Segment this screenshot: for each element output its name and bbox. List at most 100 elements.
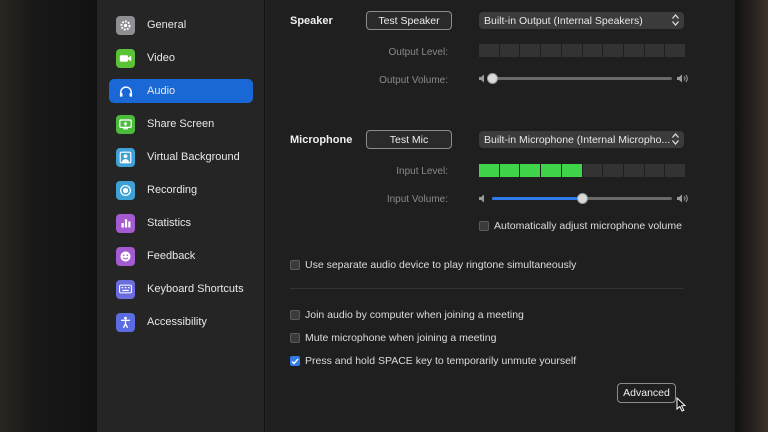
background-left-edge (0, 0, 97, 432)
separate-device-label: Use separate audio device to play ringto… (305, 259, 577, 271)
mute-mic-checkbox-row[interactable]: Mute microphone when joining a meeting (290, 332, 496, 344)
join-audio-checkbox-row[interactable]: Join audio by computer when joining a me… (290, 309, 524, 321)
separate-device-checkbox-row[interactable]: Use separate audio device to play ringto… (290, 259, 576, 271)
sidebar-item-share-screen[interactable]: Share Screen (109, 112, 253, 136)
microphone-device-value: Built-in Microphone (Internal Micropho..… (484, 133, 671, 146)
level-meter-segment (644, 164, 665, 177)
background-right-edge (735, 0, 768, 432)
select-arrows-icon (672, 14, 679, 26)
sidebar-item-label: General (147, 19, 187, 31)
volume-high-icon (677, 194, 688, 202)
sidebar-item-label: Accessibility (147, 316, 207, 328)
sidebar-item-recording[interactable]: Recording (109, 178, 253, 202)
select-arrows-icon (672, 133, 679, 145)
space-unmute-label: Press and hold SPACE key to temporarily … (305, 355, 577, 367)
section-divider (290, 288, 684, 289)
sidebar-item-label: Video (147, 52, 175, 64)
advanced-button[interactable]: Advanced (617, 383, 676, 403)
input-level-meter (479, 164, 686, 177)
sidebar-item-audio[interactable]: Audio (109, 79, 253, 103)
sidebar-item-label: Recording (147, 184, 198, 196)
sidebar-item-feedback[interactable]: Feedback (109, 244, 253, 268)
sidebar-item-label: Virtual Background (147, 151, 240, 163)
level-meter-segment (499, 44, 520, 57)
level-meter-segment (479, 164, 499, 177)
video-camera-icon (116, 48, 135, 68)
speaker-heading: Speaker (290, 15, 333, 27)
sidebar-item-statistics[interactable]: Statistics (109, 211, 253, 235)
sidebar-item-virtual-background[interactable]: Virtual Background (109, 145, 253, 169)
sidebar-item-label: Feedback (147, 250, 196, 262)
separate-device-checkbox[interactable] (290, 260, 300, 270)
level-meter-segment (644, 44, 665, 57)
level-meter-segment (561, 44, 582, 57)
output-volume-slider[interactable] (479, 71, 689, 85)
level-meter-segment (665, 44, 686, 57)
share-screen-icon (116, 114, 135, 134)
keyboard-icon (116, 279, 135, 299)
auto-adjust-mic-label: Automatically adjust microphone volume (494, 220, 682, 232)
sidebar-item-video[interactable]: Video (109, 46, 253, 70)
volume-low-icon (479, 74, 484, 82)
sidebar-item-label: Audio (147, 85, 176, 97)
level-meter-segment (623, 44, 644, 57)
settings-sidebar: General Video Audio Share Screen Virtual… (97, 0, 265, 432)
test-mic-button[interactable]: Test Mic (366, 130, 452, 149)
level-meter-segment (603, 164, 623, 177)
input-volume-fill (492, 196, 582, 200)
level-meter-segment (603, 44, 623, 57)
join-audio-label: Join audio by computer when joining a me… (305, 309, 524, 321)
level-meter-segment (561, 164, 582, 177)
input-level-label: Input Level: (396, 166, 448, 177)
mute-mic-label: Mute microphone when joining a meeting (305, 332, 497, 344)
sidebar-item-label: Keyboard Shortcuts (147, 283, 244, 295)
input-volume-track[interactable] (492, 192, 672, 204)
microphone-heading: Microphone (290, 134, 353, 146)
sidebar-item-label: Statistics (147, 217, 192, 229)
output-level-meter (479, 44, 686, 57)
level-meter-segment (623, 164, 644, 177)
accessibility-icon (116, 312, 135, 332)
level-meter-segment (665, 164, 686, 177)
input-volume-thumb[interactable] (576, 192, 588, 204)
audio-settings-panel: Speaker Test Speaker Built-in Output (In… (266, 0, 735, 432)
headphones-icon (116, 82, 135, 101)
auto-adjust-mic-checkbox[interactable] (479, 221, 489, 231)
volume-high-icon (677, 74, 688, 82)
input-volume-label: Input Volume: (386, 194, 448, 205)
output-volume-track[interactable] (486, 72, 672, 84)
bar-chart-icon (116, 213, 135, 233)
sidebar-item-accessibility[interactable]: Accessibility (109, 310, 253, 334)
checkmark-icon (291, 358, 299, 365)
level-meter-segment (479, 44, 499, 57)
level-meter-segment (582, 164, 603, 177)
mute-mic-checkbox[interactable] (290, 333, 300, 343)
input-volume-slider[interactable] (479, 191, 689, 205)
settings-window: General Video Audio Share Screen Virtual… (97, 0, 735, 432)
space-unmute-checkbox-row[interactable]: Press and hold SPACE key to temporarily … (290, 355, 576, 367)
level-meter-segment (541, 164, 561, 177)
volume-low-icon (479, 194, 484, 202)
sidebar-item-label: Share Screen (147, 118, 215, 130)
microphone-device-select[interactable]: Built-in Microphone (Internal Micropho..… (479, 131, 684, 148)
level-meter-segment (541, 44, 561, 57)
person-background-icon (116, 147, 135, 167)
output-volume-thumb[interactable] (486, 72, 498, 84)
output-volume-label: Output Volume: (379, 75, 448, 86)
record-icon (116, 180, 135, 200)
gear-icon (116, 15, 135, 35)
auto-adjust-mic-checkbox-row[interactable]: Automatically adjust microphone volume (479, 220, 682, 232)
sidebar-item-general[interactable]: General (109, 13, 253, 37)
join-audio-checkbox[interactable] (290, 310, 300, 320)
level-meter-segment (582, 44, 603, 57)
speaker-device-select[interactable]: Built-in Output (Internal Speakers) (479, 12, 684, 29)
test-speaker-button[interactable]: Test Speaker (366, 11, 452, 30)
sidebar-item-keyboard-shortcuts[interactable]: Keyboard Shortcuts (109, 277, 253, 301)
level-meter-segment (520, 164, 541, 177)
level-meter-segment (499, 164, 520, 177)
output-level-label: Output Level: (388, 47, 448, 58)
space-unmute-checkbox[interactable] (290, 356, 300, 366)
level-meter-segment (520, 44, 541, 57)
mouse-cursor-icon (676, 397, 686, 412)
speaker-device-value: Built-in Output (Internal Speakers) (484, 14, 643, 27)
